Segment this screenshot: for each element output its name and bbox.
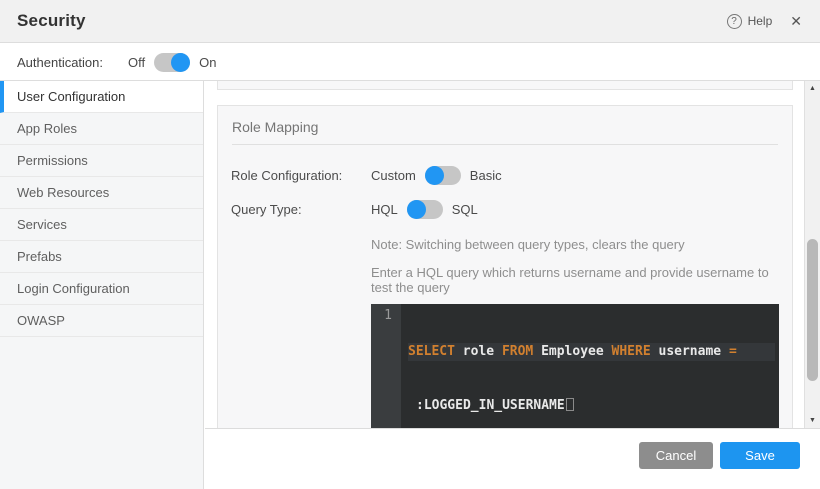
help-label: Help — [748, 14, 773, 28]
toggle-knob — [407, 200, 426, 219]
sidebar: User Configuration App Roles Permissions… — [0, 81, 204, 489]
query-hint: Enter a HQL query which returns username… — [371, 265, 777, 295]
auth-on-label: On — [199, 55, 216, 70]
section-title: Role Mapping — [218, 106, 792, 144]
sidebar-item-label: Permissions — [17, 153, 88, 168]
scroll-up-arrow-icon[interactable]: ▲ — [805, 82, 820, 96]
authentication-toggle[interactable] — [154, 53, 190, 72]
help-button[interactable]: ? Help — [727, 14, 773, 29]
sidebar-item-web-resources[interactable]: Web Resources — [0, 177, 203, 209]
authentication-row: Authentication: Off On — [0, 44, 820, 81]
role-mapping-card: Role Mapping Role Configuration: Custom … — [217, 105, 793, 429]
sidebar-item-prefabs[interactable]: Prefabs — [0, 241, 203, 273]
security-dialog: Security ? Help ✕ Authentication: Off On… — [0, 0, 820, 489]
custom-label: Custom — [371, 168, 416, 183]
vertical-scrollbar[interactable]: ▲ ▼ — [804, 81, 820, 429]
query-type-row: Query Type: HQL SQL — [231, 200, 777, 219]
code-token: :LOGGED_IN_USERNAME — [416, 398, 565, 413]
editor-gutter: 1 — [371, 304, 401, 429]
role-configuration-toggle[interactable] — [425, 166, 461, 185]
toggle-knob — [171, 53, 190, 72]
footer: Cancel Save — [205, 429, 820, 489]
code-token: SELECT — [408, 344, 463, 359]
sidebar-item-label: Prefabs — [17, 249, 62, 264]
code-line-1-wrapped: :LOGGED_IN_USERNAME — [408, 397, 775, 415]
previous-section-edge — [217, 81, 793, 90]
query-type-label: Query Type: — [231, 202, 371, 217]
sidebar-item-login-configuration[interactable]: Login Configuration — [0, 273, 203, 305]
code-token: username — [659, 344, 729, 359]
sidebar-item-label: App Roles — [17, 121, 77, 136]
sidebar-item-permissions[interactable]: Permissions — [0, 145, 203, 177]
sidebar-item-app-roles[interactable]: App Roles — [0, 113, 203, 145]
hql-label: HQL — [371, 202, 398, 217]
editor-code: SELECT role FROM Employee WHERE username… — [401, 304, 779, 429]
cancel-button[interactable]: Cancel — [639, 442, 713, 469]
save-button[interactable]: Save — [720, 442, 800, 469]
code-line-1: SELECT role FROM Employee WHERE username… — [408, 343, 775, 361]
role-configuration-row: Role Configuration: Custom Basic — [231, 166, 777, 185]
sidebar-item-user-configuration[interactable]: User Configuration — [0, 81, 203, 113]
code-token: WHERE — [612, 344, 659, 359]
scroll-area: Role Mapping Role Configuration: Custom … — [205, 81, 820, 429]
scrollbar-thumb[interactable] — [807, 239, 818, 381]
code-token: role — [463, 344, 502, 359]
authentication-label: Authentication: — [17, 55, 103, 70]
text-cursor — [566, 398, 574, 411]
auth-off-label: Off — [128, 55, 145, 70]
basic-label: Basic — [470, 168, 502, 183]
scroll-down-arrow-icon[interactable]: ▼ — [805, 414, 820, 428]
sidebar-item-label: Services — [17, 217, 67, 232]
sidebar-item-label: User Configuration — [17, 89, 125, 104]
sql-label: SQL — [452, 202, 478, 217]
sidebar-item-services[interactable]: Services — [0, 209, 203, 241]
role-configuration-label: Role Configuration: — [231, 168, 371, 183]
page-title: Security — [17, 11, 86, 31]
sidebar-item-label: Web Resources — [17, 185, 109, 200]
query-note: Note: Switching between query types, cle… — [371, 237, 777, 252]
query-code-editor[interactable]: 1 SELECT role FROM Employee WHERE userna… — [371, 304, 779, 429]
code-token: = — [729, 344, 737, 359]
line-number: 1 — [384, 308, 392, 323]
main-panel: Role Mapping Role Configuration: Custom … — [205, 81, 820, 489]
toggle-knob — [425, 166, 444, 185]
section-divider — [232, 144, 778, 145]
sidebar-item-label: Login Configuration — [17, 281, 130, 296]
sidebar-item-owasp[interactable]: OWASP — [0, 305, 203, 337]
sidebar-item-label: OWASP — [17, 313, 65, 328]
query-type-toggle[interactable] — [407, 200, 443, 219]
close-icon[interactable]: ✕ — [790, 13, 802, 30]
code-token: FROM — [502, 344, 541, 359]
header: Security ? Help ✕ — [0, 0, 820, 43]
help-icon: ? — [727, 14, 742, 29]
code-token: Employee — [541, 344, 611, 359]
